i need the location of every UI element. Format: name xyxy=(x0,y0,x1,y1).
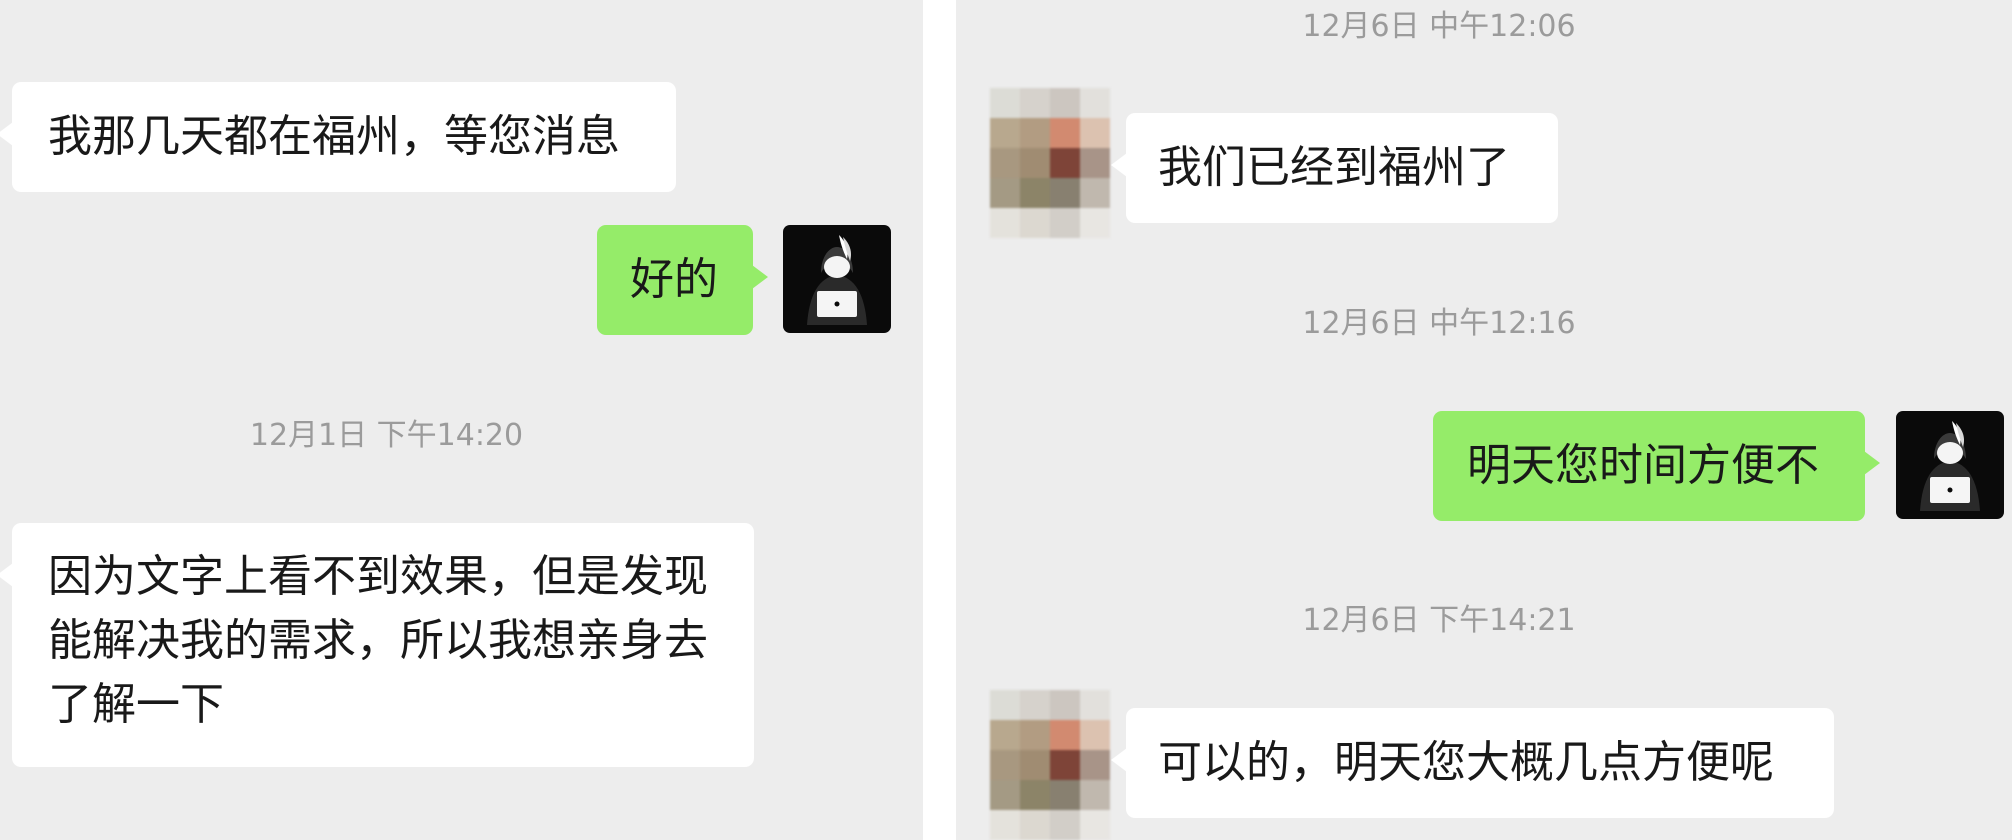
message-text: 好的 xyxy=(630,254,718,305)
timestamp: 12月6日 中午12:06 xyxy=(1302,9,1576,44)
message-bubble-sent[interactable]: 好的 xyxy=(597,225,768,335)
message-bubble-sent[interactable]: 明天您时间方便不 xyxy=(1433,411,1880,521)
message-text-line: 能解决我的需求，所以我想亲身去 xyxy=(48,615,708,666)
hooded-figure-laptop-icon xyxy=(783,225,891,333)
chat-panel-right[interactable]: 12月6日 中午12:06 我们已经到福州了 12月6日 中午12:16 明天您… xyxy=(956,0,2012,840)
timestamp: 12月6日 中午12:16 xyxy=(1302,306,1576,341)
message-bubble-received[interactable]: 因为文字上看不到效果，但是发现 能解决我的需求，所以我想亲身去 了解一下 xyxy=(0,523,754,767)
message-text-line: 了解一下 xyxy=(48,679,224,730)
timestamp: 12月6日 下午14:21 xyxy=(1302,603,1576,638)
chat-screenshot-composite: 我那几天都在福州，等您消息 好的 12月1日 下午14:20 因为文字上看不到效… xyxy=(0,0,2012,840)
hooded-figure-laptop-icon xyxy=(1896,411,2004,519)
message-text: 明天您时间方便不 xyxy=(1467,440,1819,491)
message-bubble-received[interactable]: 我们已经到福州了 xyxy=(1111,113,1558,223)
message-bubble-received[interactable]: 我那几天都在福州，等您消息 xyxy=(0,82,676,192)
message-bubble-received[interactable]: 可以的，明天您大概几点方便呢 xyxy=(1111,708,1834,818)
message-text: 我那几天都在福州，等您消息 xyxy=(48,111,620,162)
message-text: 我们已经到福州了 xyxy=(1158,142,1510,193)
contact-avatar[interactable] xyxy=(990,88,1110,238)
message-text-line: 因为文字上看不到效果，但是发现 xyxy=(48,551,708,602)
timestamp: 12月1日 下午14:20 xyxy=(249,418,524,453)
contact-avatar[interactable] xyxy=(990,690,1110,840)
message-text: 可以的，明天您大概几点方便呢 xyxy=(1158,737,1774,788)
self-avatar[interactable] xyxy=(1896,411,2004,519)
self-avatar[interactable] xyxy=(783,225,891,333)
chat-panel-left[interactable]: 我那几天都在福州，等您消息 好的 12月1日 下午14:20 因为文字上看不到效… xyxy=(0,0,923,840)
